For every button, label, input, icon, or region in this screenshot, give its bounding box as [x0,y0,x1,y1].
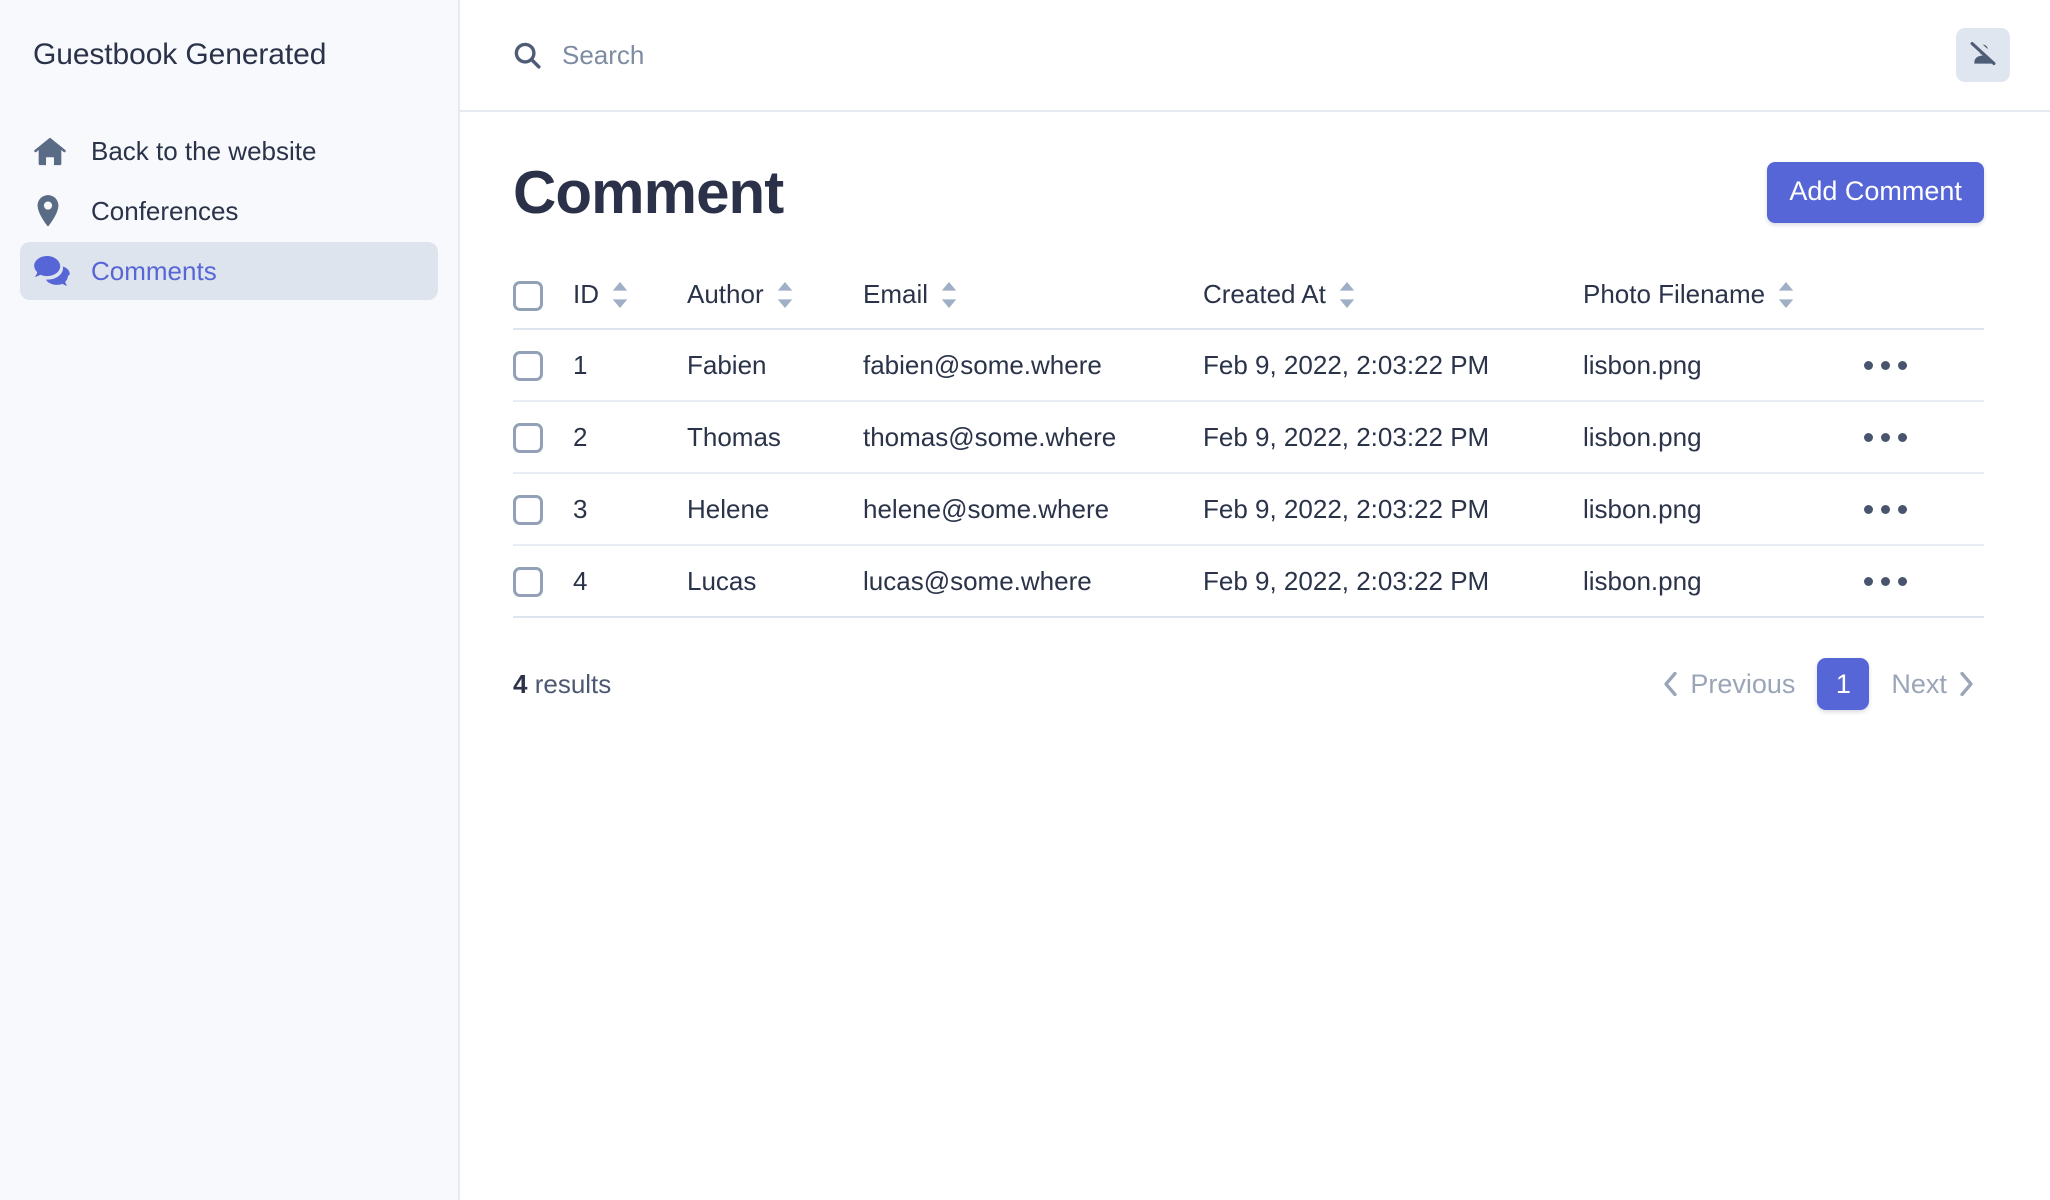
column-label: Author [687,279,764,310]
row-checkbox[interactable] [513,495,543,525]
row-select-cell [513,401,573,473]
cell-author: Fabien [687,329,863,401]
column-header-actions [1864,267,1984,329]
pagination-previous-label: Previous [1690,669,1795,700]
row-select-cell [513,545,573,617]
row-select-cell [513,329,573,401]
search-icon [512,40,542,70]
table-footer: 4 results Previous 1 Next [513,658,1984,710]
cell-email: fabien@some.where [863,329,1203,401]
sidebar-item-back-to-the-website[interactable]: Back to the website [20,122,438,180]
table-row[interactable]: 2 Thomas thomas@some.where Feb 9, 2022, … [513,401,1984,473]
map-pin-icon [33,194,75,228]
cell-author: Thomas [687,401,863,473]
ellipsis-icon[interactable] [1864,361,1984,370]
cell-photo-filename: lisbon.png [1583,545,1864,617]
add-comment-button[interactable]: Add Comment [1767,162,1984,223]
cell-id: 4 [573,545,687,617]
column-label: Email [863,279,928,310]
table-header: ID Author [513,267,1984,329]
cell-created-at: Feb 9, 2022, 2:03:22 PM [1203,473,1583,545]
search-container [512,32,1956,78]
comments-icon [33,255,75,287]
row-actions-cell [1864,473,1984,545]
row-checkbox[interactable] [513,351,543,381]
page-header: Comment Add Comment [513,112,1984,223]
pagination-previous[interactable]: Previous [1653,669,1805,700]
sort-toggle-icon[interactable] [776,282,794,308]
select-all-checkbox[interactable] [513,281,543,311]
column-header-email[interactable]: Email [863,267,1203,329]
sort-toggle-icon[interactable] [1338,282,1356,308]
row-checkbox[interactable] [513,423,543,453]
sort-toggle-icon[interactable] [611,282,629,308]
column-label: Created At [1203,279,1326,310]
topbar [460,0,2050,112]
app-root: Guestbook Generated Back to the website … [0,0,2050,1200]
user-account-button[interactable] [1956,28,2010,82]
pagination-next[interactable]: Next [1881,669,1984,700]
sidebar-item-label: Back to the website [91,136,316,167]
cell-photo-filename: lisbon.png [1583,401,1864,473]
row-actions-cell [1864,545,1984,617]
page-title: Comment [513,163,783,223]
column-header-id[interactable]: ID [573,267,687,329]
table-header-row: ID Author [513,267,1984,329]
table-row[interactable]: 1 Fabien fabien@some.where Feb 9, 2022, … [513,329,1984,401]
cell-photo-filename: lisbon.png [1583,473,1864,545]
cell-author: Helene [687,473,863,545]
content-area: Comment Add Comment ID [460,112,2050,710]
pagination-page-1[interactable]: 1 [1817,658,1869,710]
sidebar-nav: Back to the website Conferences Com [0,122,458,300]
row-actions-cell [1864,401,1984,473]
cell-id: 1 [573,329,687,401]
sidebar: Guestbook Generated Back to the website … [0,0,460,1200]
sidebar-item-conferences[interactable]: Conferences [20,182,438,240]
select-all-cell [513,267,573,329]
cell-email: lucas@some.where [863,545,1203,617]
cell-created-at: Feb 9, 2022, 2:03:22 PM [1203,545,1583,617]
results-label: results [535,669,612,699]
row-select-cell [513,473,573,545]
cell-created-at: Feb 9, 2022, 2:03:22 PM [1203,329,1583,401]
ellipsis-icon[interactable] [1864,505,1984,514]
cell-email: helene@some.where [863,473,1203,545]
sidebar-item-comments[interactable]: Comments [20,242,438,300]
column-label: Photo Filename [1583,279,1765,310]
row-checkbox[interactable] [513,567,543,597]
ellipsis-icon[interactable] [1864,577,1984,586]
cell-photo-filename: lisbon.png [1583,329,1864,401]
results-count: 4 results [513,669,611,700]
home-icon [33,134,75,168]
chevron-right-icon [1959,672,1974,696]
cell-email: thomas@some.where [863,401,1203,473]
cell-created-at: Feb 9, 2022, 2:03:22 PM [1203,401,1583,473]
sort-toggle-icon[interactable] [940,282,958,308]
cell-id: 2 [573,401,687,473]
chevron-left-icon [1663,672,1678,696]
table-body: 1 Fabien fabien@some.where Feb 9, 2022, … [513,329,1984,617]
row-actions-cell [1864,329,1984,401]
main-region: Comment Add Comment ID [460,0,2050,1200]
comments-table: ID Author [513,267,1984,618]
cell-author: Lucas [687,545,863,617]
column-label: ID [573,279,599,310]
column-header-author[interactable]: Author [687,267,863,329]
search-input[interactable] [562,32,1262,78]
cell-id: 3 [573,473,687,545]
pagination-next-label: Next [1891,669,1947,700]
results-number: 4 [513,669,527,699]
app-brand-title: Guestbook Generated [0,0,458,72]
sort-toggle-icon[interactable] [1777,282,1795,308]
sidebar-item-label: Conferences [91,196,238,227]
column-header-photo-filename[interactable]: Photo Filename [1583,267,1864,329]
column-header-created-at[interactable]: Created At [1203,267,1583,329]
user-slash-icon [1968,39,1998,72]
ellipsis-icon[interactable] [1864,433,1984,442]
table-row[interactable]: 3 Helene helene@some.where Feb 9, 2022, … [513,473,1984,545]
table-row[interactable]: 4 Lucas lucas@some.where Feb 9, 2022, 2:… [513,545,1984,617]
pagination: Previous 1 Next [1653,658,1984,710]
sidebar-item-label: Comments [91,256,217,287]
